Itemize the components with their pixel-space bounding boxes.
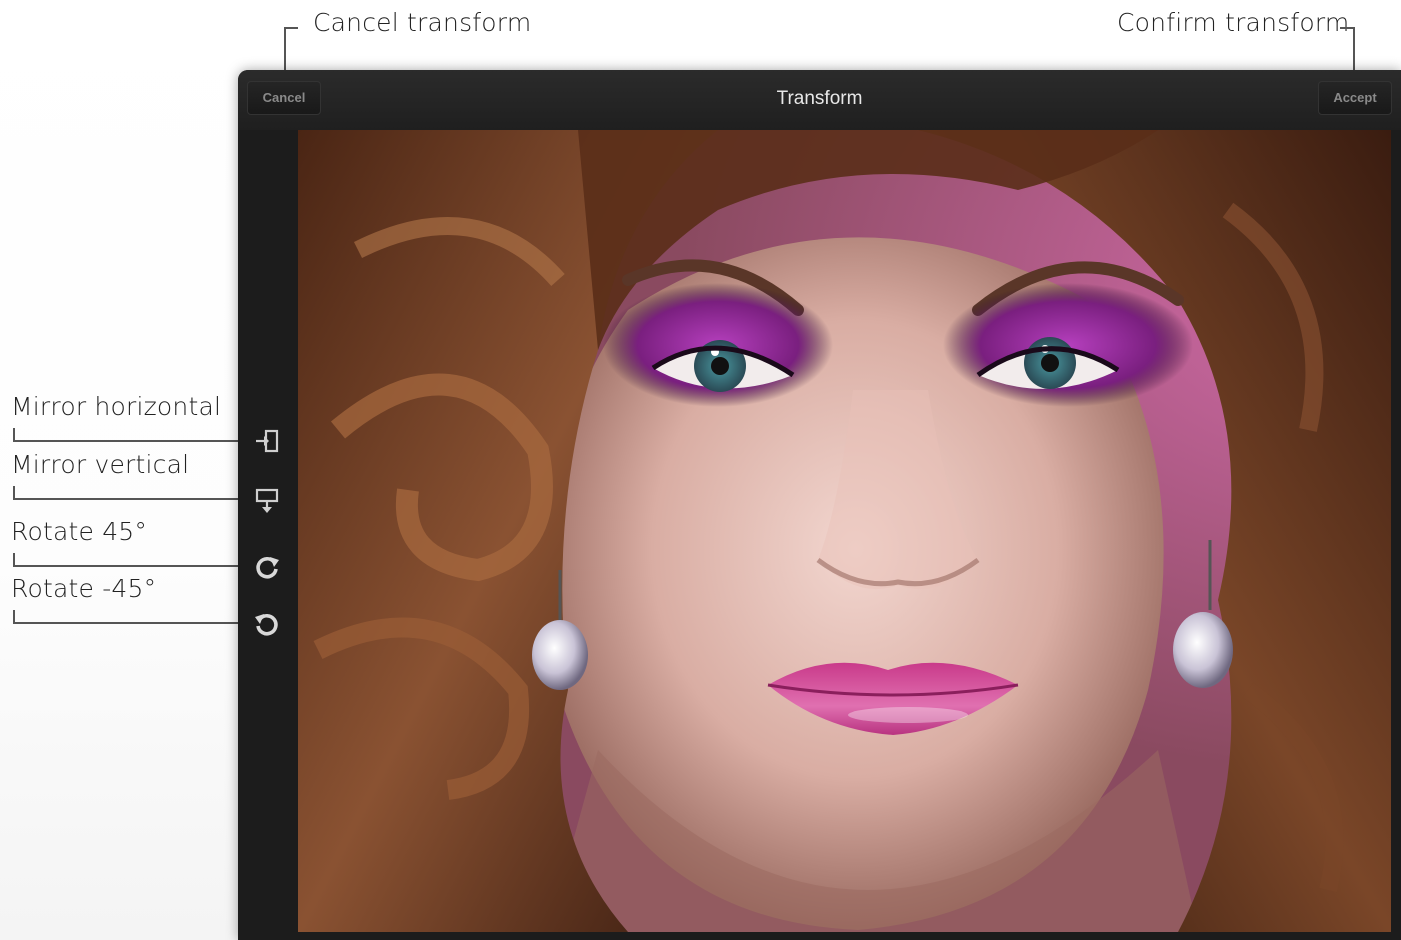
mirror-vertical-icon (255, 488, 279, 513)
callout-rotate-45: Rotate 45° (11, 517, 148, 546)
callout-rotate-minus-45: Rotate -45° (11, 574, 157, 603)
toolbar: Cancel Transform Accept (238, 70, 1401, 130)
leader-line-rotate-ccw (13, 622, 253, 624)
rotate-minus-45-button[interactable] (252, 609, 282, 639)
leader-line-confirm-tick (1340, 27, 1355, 29)
leader-line-mirror-v (13, 498, 253, 500)
callout-cancel-transform: Cancel transform (313, 8, 532, 37)
mirror-horizontal-button[interactable] (252, 427, 282, 457)
photo-canvas[interactable] (298, 130, 1391, 932)
page-title: Transform (776, 88, 863, 109)
mirror-horizontal-icon (256, 429, 279, 453)
accept-button[interactable]: Accept (1318, 81, 1392, 115)
callout-mirror-vertical: Mirror vertical (11, 450, 190, 479)
transform-window: Cancel Transform Accept (238, 70, 1401, 940)
rotate-ccw-icon (255, 613, 278, 636)
callout-mirror-horizontal: Mirror horizontal (11, 392, 222, 421)
leader-line-rotate-cw (13, 565, 253, 567)
mirror-vertical-button[interactable] (252, 485, 282, 515)
portrait-photo (298, 130, 1391, 932)
rotate-45-button[interactable] (252, 552, 282, 582)
rotate-cw-icon (256, 556, 279, 579)
callout-confirm-transform: Confirm transform (1117, 8, 1350, 37)
leader-line-cancel-tick (284, 27, 298, 29)
leader-line-mirror-h (13, 440, 253, 442)
